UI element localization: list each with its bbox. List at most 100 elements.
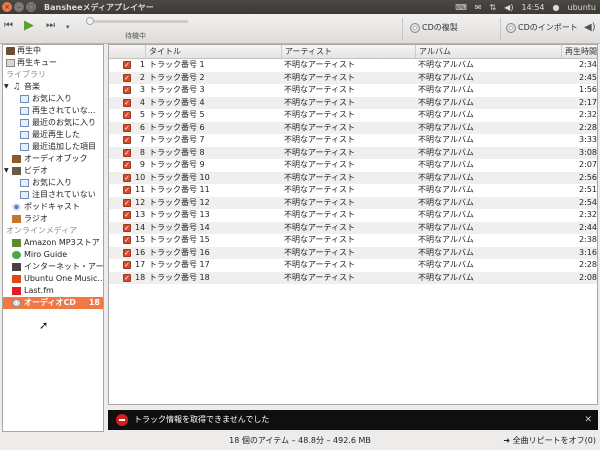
mail-icon[interactable]: ✉ xyxy=(475,3,482,12)
track-checkbox[interactable]: ✓ xyxy=(123,161,131,169)
track-checkbox[interactable]: ✓ xyxy=(123,248,131,257)
sidebar-label: オーディオCD xyxy=(24,298,76,307)
track-row[interactable]: ✓ 14 トラック番号 14 不明なアーティスト 不明なアルバム 2:44 xyxy=(109,221,597,234)
track-checkbox[interactable]: ✓ xyxy=(123,136,131,144)
next-dropdown-icon[interactable]: ▾ xyxy=(66,23,70,31)
track-row[interactable]: ✓ 16 トラック番号 16 不明なアーティスト 不明なアルバム 3:16 xyxy=(109,246,597,259)
sidebar-label: ラジオ xyxy=(24,214,48,223)
track-checkbox[interactable]: ✓ xyxy=(123,148,131,157)
seek-slider[interactable] xyxy=(88,20,188,23)
track-album: 不明なアルバム xyxy=(418,135,474,144)
track-row[interactable]: ✓ 17 トラック番号 17 不明なアーティスト 不明なアルバム 2:28 xyxy=(109,259,597,272)
track-checkbox[interactable]: ✓ xyxy=(123,73,131,82)
sidebar-item-now-playing[interactable]: 再生中 xyxy=(3,45,103,57)
track-row[interactable]: ✓ 1 トラック番号 1 不明なアーティスト 不明なアルバム 2:34 xyxy=(109,59,597,72)
track-row[interactable]: ✓ 7 トラック番号 7 不明なアーティスト 不明なアルバム 3:33 xyxy=(109,134,597,147)
sidebar-item-radio[interactable]: ラジオ xyxy=(3,213,103,225)
track-row[interactable]: ✓ 2 トラック番号 2 不明なアーティスト 不明なアルバム 2:45 xyxy=(109,71,597,84)
track-checkbox[interactable]: ✓ xyxy=(123,236,131,244)
sidebar-item-play-queue[interactable]: 再生キュー xyxy=(3,57,103,69)
previous-icon[interactable]: ⏮ xyxy=(4,20,13,31)
column-duration[interactable]: 再生時間 xyxy=(561,45,597,58)
sidebar-item-audio-cd[interactable]: オーディオCD 18 xyxy=(3,297,103,309)
track-row[interactable]: ✓ 5 トラック番号 5 不明なアーティスト 不明なアルバム 2:32 xyxy=(109,109,597,122)
track-row[interactable]: ✓ 10 トラック番号 10 不明なアーティスト 不明なアルバム 2:56 xyxy=(109,171,597,184)
sidebar-item-unwatched[interactable]: 注目されていない xyxy=(3,189,103,201)
sidebar-item-music-favorites[interactable]: お気に入り xyxy=(3,93,103,105)
copy-cd-label: CDの複製 xyxy=(422,23,458,32)
track-title: トラック番号 9 xyxy=(149,160,205,169)
track-checkbox[interactable]: ✓ xyxy=(123,186,131,194)
play-icon[interactable]: ▶ xyxy=(24,18,34,33)
track-checkbox[interactable]: ✓ xyxy=(123,198,131,207)
sidebar-item-music[interactable]: ▼ ♫ 音楽 xyxy=(3,81,103,93)
track-checkbox[interactable]: ✓ xyxy=(123,98,131,107)
column-title[interactable]: タイトル xyxy=(145,45,281,58)
sidebar-item-unplayed[interactable]: 再生されていな... xyxy=(3,105,103,117)
minimize-button[interactable]: – xyxy=(14,2,24,12)
track-checkbox[interactable]: ✓ xyxy=(123,123,131,132)
track-row[interactable]: ✓ 4 トラック番号 4 不明なアーティスト 不明なアルバム 2:17 xyxy=(109,96,597,109)
import-cd-button[interactable]: CDのインポート xyxy=(506,22,578,33)
track-checkbox[interactable]: ✓ xyxy=(123,273,131,282)
track-row[interactable]: ✓ 13 トラック番号 13 不明なアーティスト 不明なアルバム 2:32 xyxy=(109,209,597,222)
online-media-section-header: オンラインメディア xyxy=(6,226,78,235)
network-icon[interactable]: ⇅ xyxy=(489,3,496,12)
track-checkbox[interactable]: ✓ xyxy=(123,111,131,119)
track-checkbox[interactable]: ✓ xyxy=(123,211,131,219)
sidebar-label: ポッドキャスト xyxy=(24,202,80,211)
sidebar-item-lastfm[interactable]: Last.fm xyxy=(3,285,103,297)
expander-down-icon[interactable]: ▼ xyxy=(4,83,10,91)
track-checkbox[interactable]: ✓ xyxy=(123,223,131,232)
track-checkbox[interactable]: ✓ xyxy=(123,261,131,269)
user-name[interactable]: ubuntu xyxy=(568,3,597,12)
track-checkbox[interactable]: ✓ xyxy=(123,86,131,94)
copy-cd-button[interactable]: CDの複製 xyxy=(410,22,458,33)
sidebar-item-video[interactable]: ▼ ビデオ xyxy=(3,165,103,177)
keyboard-icon[interactable]: ⌨ xyxy=(455,3,467,12)
close-icon[interactable]: ✕ xyxy=(584,410,592,430)
sidebar-item-recently-added[interactable]: 最近追加した項目 xyxy=(3,141,103,153)
repeat-button[interactable]: ➜ 全曲リピートをオフ(0) xyxy=(503,432,596,450)
lastfm-icon xyxy=(12,287,21,295)
track-row[interactable]: ✓ 11 トラック番号 11 不明なアーティスト 不明なアルバム 2:51 xyxy=(109,184,597,197)
column-album[interactable]: アルバム xyxy=(415,45,561,58)
track-number: 5 xyxy=(139,110,145,119)
sidebar-item-miro[interactable]: Miro Guide xyxy=(3,249,103,261)
sidebar-item-ubuntu-one[interactable]: Ubuntu One Music... xyxy=(3,273,103,285)
volume-button-icon[interactable]: ◀) xyxy=(584,22,596,33)
toolbar-separator xyxy=(402,18,403,40)
column-artist[interactable]: アーティスト xyxy=(281,45,415,58)
track-row[interactable]: ✓ 15 トラック番号 15 不明なアーティスト 不明なアルバム 2:38 xyxy=(109,234,597,247)
sidebar-item-amazon[interactable]: Amazon MP3ストア xyxy=(3,237,103,249)
track-list: タイトル アーティスト アルバム 再生時間 ✓ 1 トラック番号 1 不明なアーティス… xyxy=(108,44,598,405)
sidebar-item-internet-archive[interactable]: インターネット・アー... xyxy=(3,261,103,273)
track-number: 3 xyxy=(139,85,145,94)
next-icon[interactable]: ⏭ xyxy=(46,20,55,31)
seek-handle[interactable] xyxy=(86,17,94,25)
track-checkbox[interactable]: ✓ xyxy=(123,61,131,69)
sidebar-item-video-favorites[interactable]: お気に入り xyxy=(3,177,103,189)
sidebar-label: Amazon MP3ストア xyxy=(24,238,100,247)
expander-down-icon[interactable]: ▼ xyxy=(4,167,10,175)
volume-icon[interactable]: ◀) xyxy=(504,3,513,12)
sidebar-item-podcast[interactable]: ポッドキャスト xyxy=(3,201,103,213)
track-row[interactable]: ✓ 9 トラック番号 9 不明なアーティスト 不明なアルバム 2:07 xyxy=(109,159,597,172)
sidebar-item-audiobooks[interactable]: オーディオブック xyxy=(3,153,103,165)
track-row[interactable]: ✓ 18 トラック番号 18 不明なアーティスト 不明なアルバム 2:08 xyxy=(109,271,597,284)
track-row[interactable]: ✓ 3 トラック番号 3 不明なアーティスト 不明なアルバム 1:56 xyxy=(109,84,597,97)
track-artist: 不明なアーティスト xyxy=(284,172,356,182)
track-row[interactable]: ✓ 12 トラック番号 12 不明なアーティスト 不明なアルバム 2:54 xyxy=(109,196,597,209)
maximize-button[interactable]: □ xyxy=(26,2,36,12)
track-checkbox[interactable]: ✓ xyxy=(123,173,131,182)
smart-playlist-icon xyxy=(20,107,29,115)
smart-playlist-icon xyxy=(20,95,29,103)
clock[interactable]: 14:54 xyxy=(521,3,544,12)
track-number: 17 xyxy=(135,260,145,269)
smart-playlist-icon xyxy=(20,179,29,187)
sidebar-item-recently-played[interactable]: 最近再生した xyxy=(3,129,103,141)
track-row[interactable]: ✓ 8 トラック番号 8 不明なアーティスト 不明なアルバム 3:08 xyxy=(109,146,597,159)
close-button[interactable]: × xyxy=(2,2,12,12)
track-row[interactable]: ✓ 6 トラック番号 6 不明なアーティスト 不明なアルバム 2:28 xyxy=(109,121,597,134)
sidebar-item-recent-favorites[interactable]: 最近のお気に入り xyxy=(3,117,103,129)
